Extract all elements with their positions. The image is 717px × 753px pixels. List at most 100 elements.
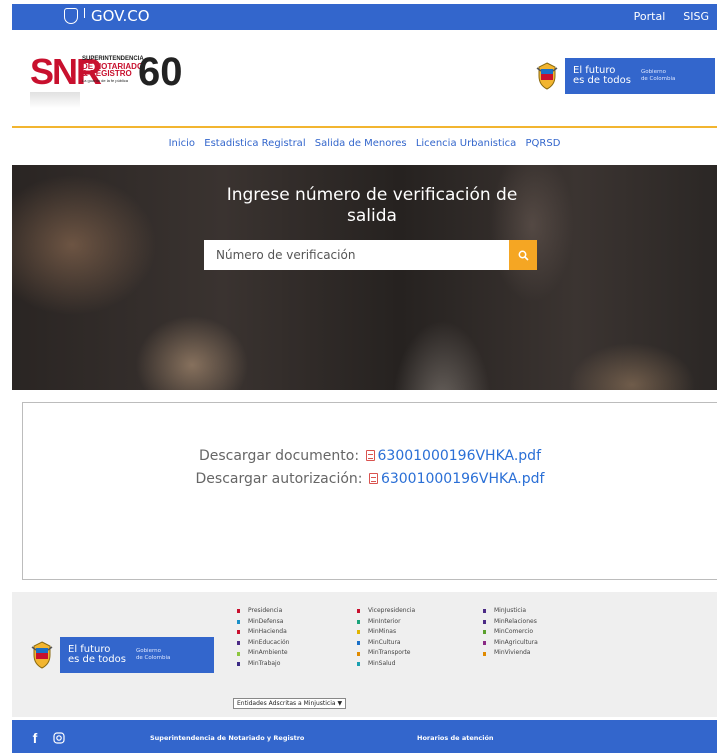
futuro-main: El futuro es de todos xyxy=(573,66,631,86)
bullet-icon xyxy=(357,651,360,656)
ministry-link[interactable]: MinAgricultura xyxy=(483,638,603,649)
entities-select[interactable]: Entidades Adscritas a Minjusticia ▼ xyxy=(233,698,347,709)
bullet-icon xyxy=(483,651,486,656)
logo-reflection xyxy=(30,92,80,108)
nav-salida-de-menores[interactable]: Salida de Menores xyxy=(315,138,407,149)
portal-link[interactable]: Portal xyxy=(634,10,666,23)
download-document-label: Descargar documento: xyxy=(198,448,360,464)
brand-separator xyxy=(84,8,85,18)
ministry-link[interactable]: MinTransporte xyxy=(357,648,483,659)
ministry-link-label: Vicepresidencia xyxy=(368,607,416,614)
snr-tagline: La guarda de la fe pública xyxy=(82,78,129,83)
bullet-icon xyxy=(483,630,486,635)
footer-gobierno-label: Gobierno de Colombia xyxy=(136,648,170,662)
instagram-icon[interactable] xyxy=(50,729,68,747)
ministry-link-label: MinInterior xyxy=(368,617,401,625)
shield-icon xyxy=(64,8,78,24)
bullet-icon xyxy=(237,641,240,646)
footer-futuro-text-box: El futuro es de todos Gobierno de Colomb… xyxy=(60,637,214,673)
verification-search xyxy=(204,240,537,270)
ministry-link[interactable]: MinCultura xyxy=(357,638,483,649)
nav-inicio[interactable]: Inicio xyxy=(169,138,195,149)
hero-title-line1: Ingrese número de verificación de xyxy=(226,185,518,205)
download-document-row: Descargar documento: 63001000196VHKA.pdf xyxy=(23,448,717,464)
ministry-link[interactable]: MinHacienda xyxy=(237,627,357,638)
ministry-link[interactable]: MinComercio xyxy=(483,627,603,638)
snr-line3: & REGISTRO xyxy=(82,69,132,78)
ministry-link[interactable]: MinEducación xyxy=(237,638,357,649)
footer-gobierno-line1: Gobierno xyxy=(135,648,161,654)
ministry-link-label: MinRelaciones xyxy=(494,617,537,625)
colombia-crest-icon xyxy=(24,637,60,673)
ministry-link-label: MinTrabajo xyxy=(248,659,281,667)
nav-licencia-urbanistica[interactable]: Licencia Urbanistica xyxy=(416,138,516,149)
download-authorization-link[interactable]: 63001000196VHKA.pdf xyxy=(381,471,545,487)
ministry-link[interactable]: MinInterior xyxy=(357,617,483,628)
snr-name: SUPERINTENDENCIA DE NOTARIADO & REGISTRO… xyxy=(82,56,144,84)
bullet-icon xyxy=(483,609,486,614)
download-authorization-row: Descargar autorización: 63001000196VHKA.… xyxy=(23,471,717,487)
nav-estadistica-registral[interactable]: Estadistica Registral xyxy=(204,138,305,149)
bullet-icon xyxy=(483,641,486,646)
sisg-link[interactable]: SISG xyxy=(683,10,709,23)
bullet-icon xyxy=(237,630,240,635)
ministry-link[interactable]: MinSalud xyxy=(357,659,483,670)
ministry-link[interactable]: MinMinas xyxy=(357,627,483,638)
facebook-icon[interactable]: f xyxy=(26,729,44,747)
ministry-link-label: Presidencia xyxy=(248,607,283,614)
snr-logo[interactable]: SNR SUPERINTENDENCIA DE NOTARIADO & REGI… xyxy=(30,50,190,110)
nav-pqrsd[interactable]: PQRSD xyxy=(526,138,561,149)
ministry-link-label: MinMinas xyxy=(368,628,397,636)
footer: El futuro es de todos Gobierno de Colomb… xyxy=(12,592,717,717)
verification-number-input[interactable] xyxy=(204,240,509,270)
ministry-link-label: MinAgricultura xyxy=(494,638,538,646)
footer-futuro-main: El futuro es de todos xyxy=(68,645,126,665)
gobierno-line2: de Colombia xyxy=(640,76,676,82)
pdf-icon xyxy=(365,450,375,461)
bullet-icon xyxy=(357,662,360,667)
anniversary-60: 60 xyxy=(138,52,183,92)
hero-title-line2: salida xyxy=(347,206,397,226)
footer-futuro-line2: es de todos xyxy=(68,654,126,665)
futuro-line2: es de todos xyxy=(573,75,631,86)
bullet-icon xyxy=(237,651,240,656)
ministry-link-label: MinEducación xyxy=(248,638,290,646)
ministry-link[interactable]: MinRelaciones xyxy=(483,617,603,628)
download-authorization-label: Descargar autorización: xyxy=(195,471,363,487)
ministry-link-label: MinHacienda xyxy=(248,628,287,636)
gobierno-line1: Gobierno xyxy=(640,69,666,75)
bullet-icon xyxy=(357,641,360,646)
ministry-link[interactable]: MinTrabajo xyxy=(237,659,357,670)
ministry-links: Presidencia Vicepresidencia MinJusticia Min… xyxy=(237,606,603,670)
futuro-text-box: El futuro es de todos Gobierno de Colomb… xyxy=(565,58,715,94)
ministry-link-label: MinVivienda xyxy=(494,649,531,657)
footer-gobierno-line2: de Colombia xyxy=(135,655,171,661)
bullet-icon xyxy=(357,619,360,624)
hero-banner: Ingrese número de verificación de salida xyxy=(12,165,717,390)
pdf-icon xyxy=(368,473,378,484)
search-button[interactable] xyxy=(509,240,537,270)
download-document-link[interactable]: 63001000196VHKA.pdf xyxy=(378,448,542,464)
ministry-link[interactable]: MinDefensa xyxy=(237,617,357,628)
ministry-link-label: MinSalud xyxy=(368,659,396,667)
search-icon xyxy=(518,250,529,261)
ministry-link-label: MinTransporte xyxy=(368,649,411,657)
bullet-icon xyxy=(357,630,360,635)
ministry-link[interactable]: MinVivienda xyxy=(483,648,603,659)
govco-logo[interactable]: GOV.CO xyxy=(64,7,150,25)
bullet-icon xyxy=(237,619,240,624)
bullet-icon xyxy=(483,619,486,624)
bullet-icon xyxy=(357,609,360,614)
ministry-link-label: MinCultura xyxy=(368,638,401,646)
footer-futuro-banner[interactable]: El futuro es de todos Gobierno de Colomb… xyxy=(24,637,214,673)
ministry-link[interactable]: Presidencia xyxy=(237,606,357,617)
ministry-link[interactable]: Vicepresidencia xyxy=(357,606,483,617)
ministry-link[interactable]: MinAmbiente xyxy=(237,648,357,659)
footer-entity-title: Superintendencia de Notariado y Registro xyxy=(150,734,305,742)
govco-label: GOV.CO xyxy=(91,7,150,25)
ministry-link[interactable]: MinJusticia xyxy=(483,606,603,617)
bullet-icon xyxy=(237,609,240,614)
futuro-banner[interactable]: El futuro es de todos Gobierno de Colomb… xyxy=(529,58,715,94)
gobierno-label: Gobierno de Colombia xyxy=(641,69,675,83)
footer-hours-title: Horarios de atención xyxy=(417,734,494,742)
